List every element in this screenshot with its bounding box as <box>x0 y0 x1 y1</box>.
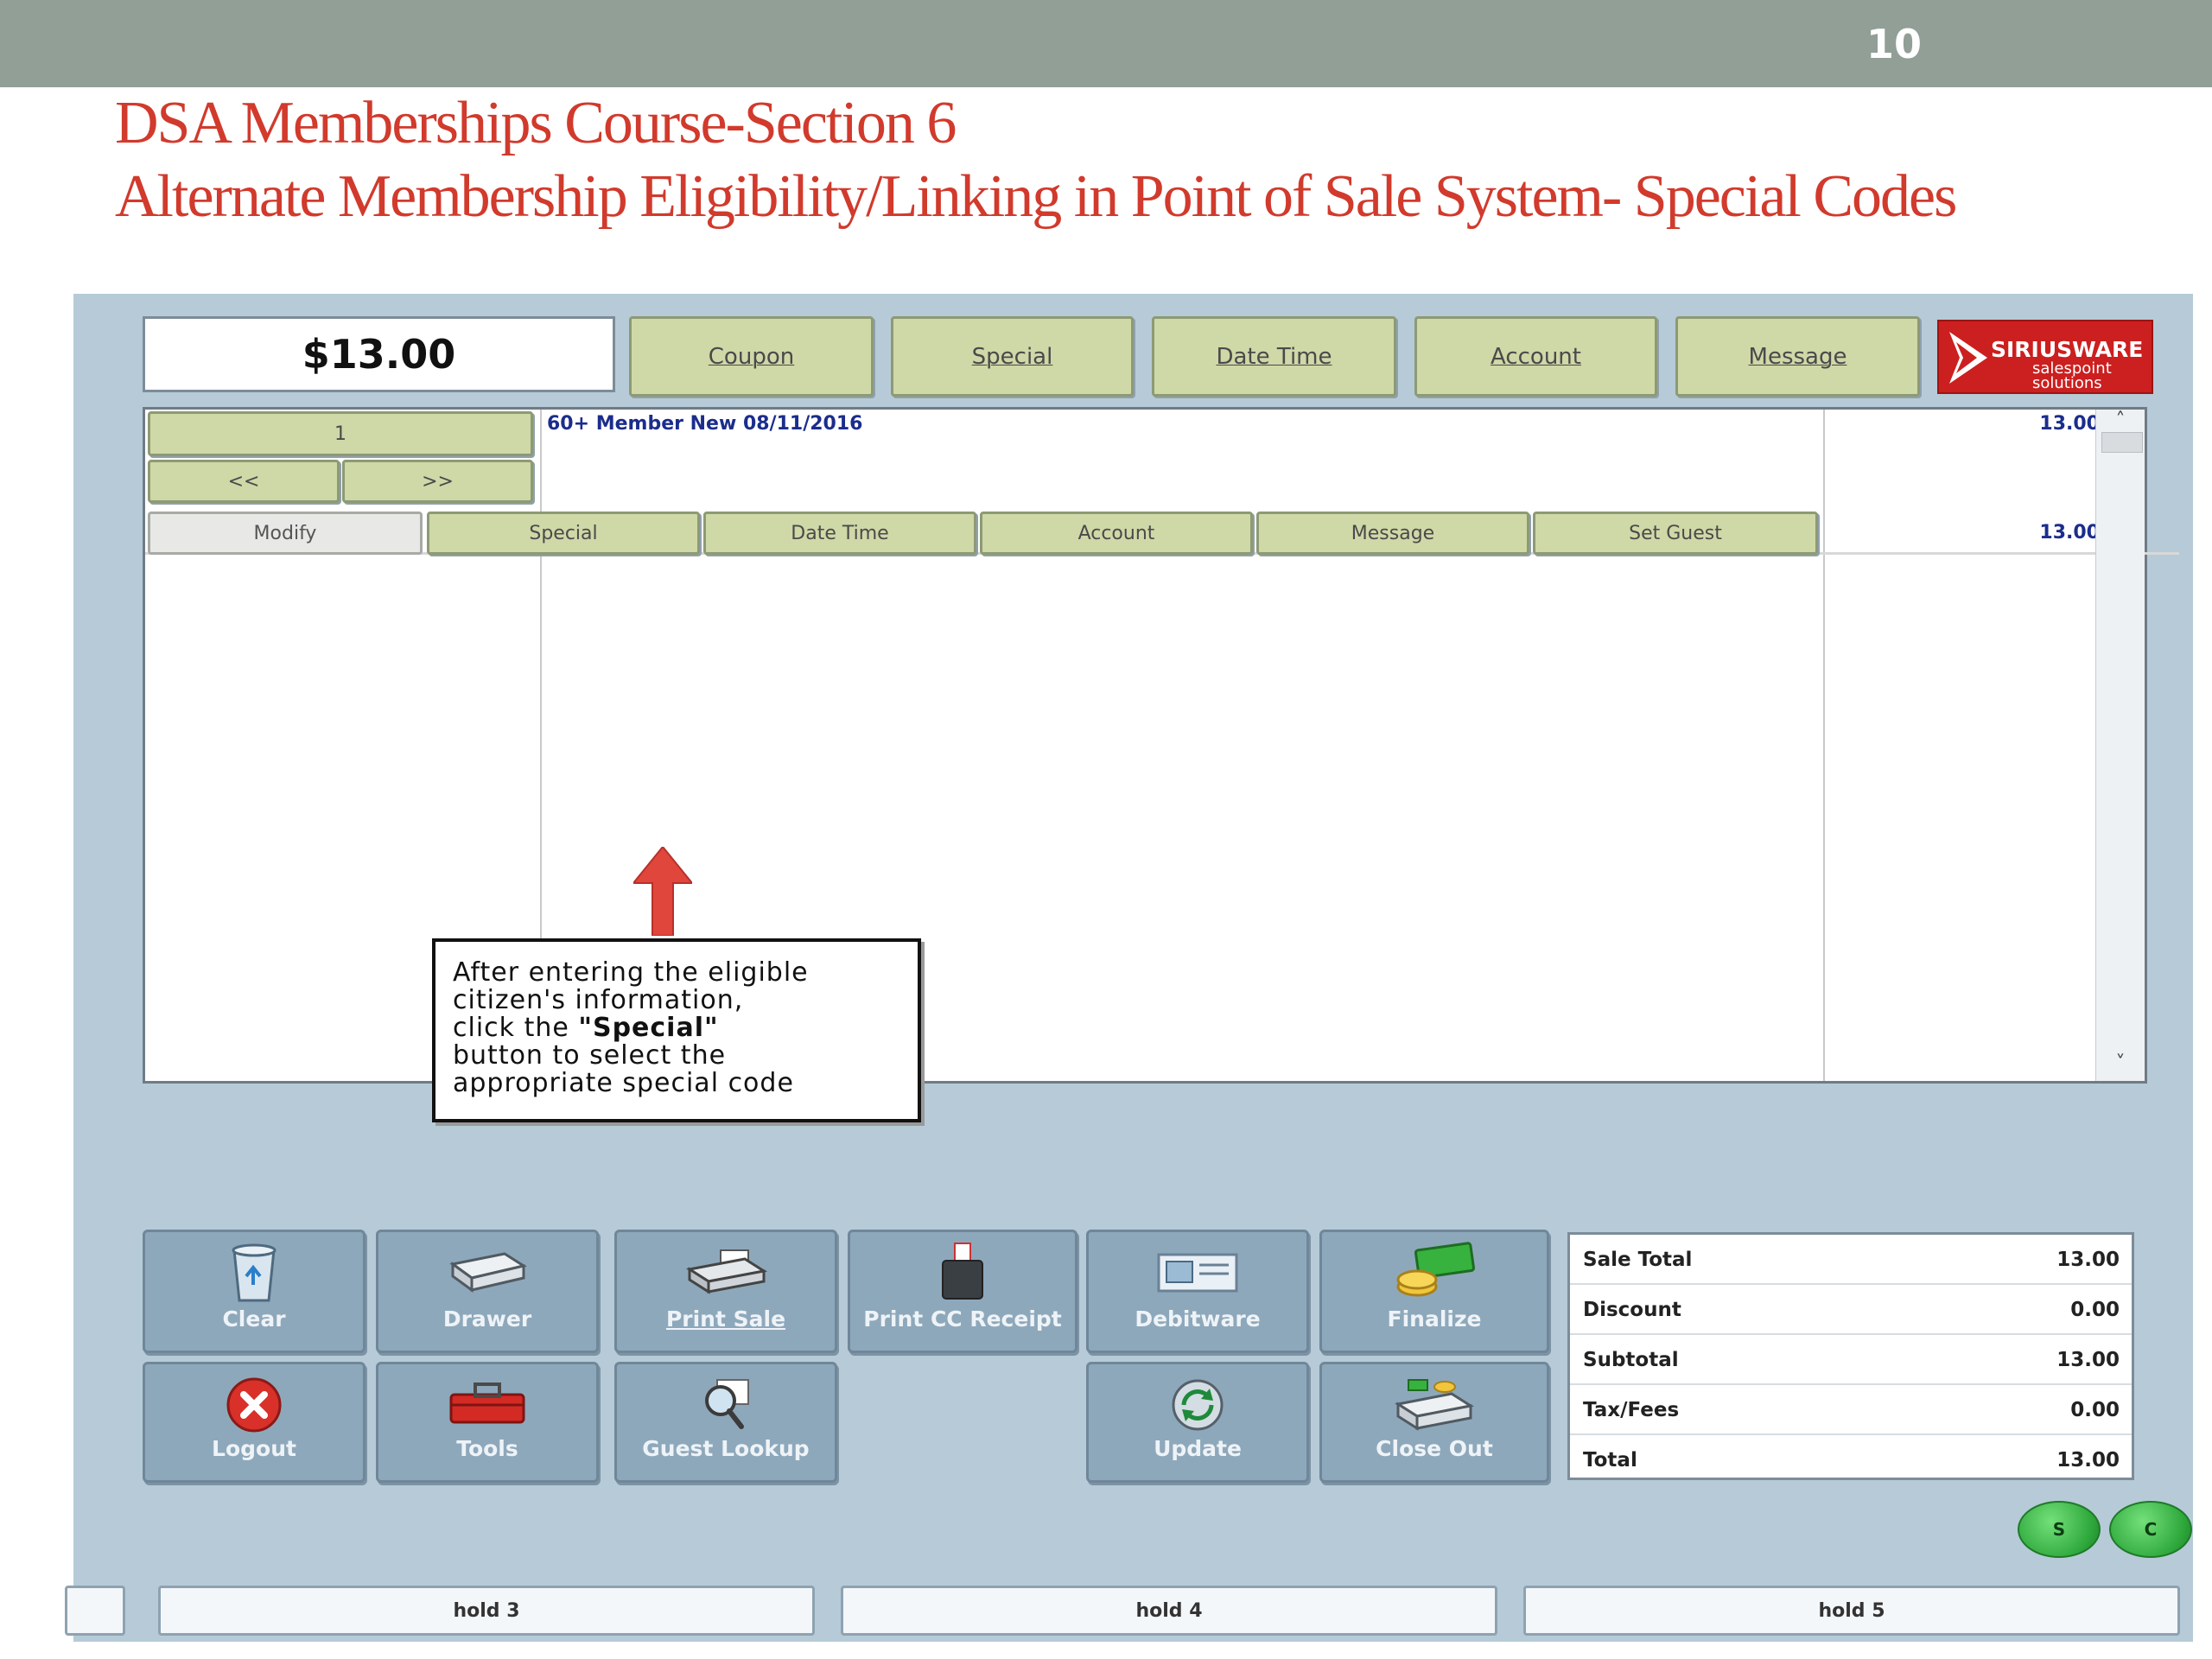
modify-button[interactable]: Modify <box>148 512 423 555</box>
clear-button[interactable]: Clear <box>143 1230 365 1353</box>
slide-title-line-1: DSA Memberships Course-Section 6 <box>115 90 957 156</box>
special-item-button[interactable]: Special <box>427 512 700 555</box>
cash-drawer-icon <box>378 1239 596 1306</box>
line-item-total: 13.00 <box>2039 522 2100 543</box>
line-item-description[interactable]: 60+ Member New 08/11/2016 <box>547 413 862 435</box>
slide-header-bar: 10 <box>0 0 2212 87</box>
scroll-thumb[interactable] <box>2101 432 2143 453</box>
guest-lookup-button[interactable]: Guest Lookup <box>614 1362 837 1483</box>
recycle-bin-icon <box>145 1239 363 1306</box>
printer-icon <box>617 1239 835 1306</box>
update-label: Update <box>1154 1436 1242 1461</box>
debitware-button[interactable]: Debitware <box>1086 1230 1309 1353</box>
totals-row: Tax/Fees 0.00 <box>1570 1385 2132 1435</box>
logout-label: Logout <box>212 1436 296 1461</box>
logout-button[interactable]: Logout <box>143 1362 365 1483</box>
page-number: 10 <box>1866 21 1923 67</box>
instruction-callout: After entering the eligible citizen's in… <box>432 938 921 1122</box>
debitware-label: Debitware <box>1135 1306 1261 1332</box>
clear-label: Clear <box>222 1306 286 1332</box>
message-item-button[interactable]: Message <box>1256 512 1529 555</box>
toolbox-icon <box>378 1371 596 1439</box>
siriusware-logo: SIRIUSWARE salespoint solutions <box>1937 320 2153 394</box>
account-top-button[interactable]: Account <box>1414 316 1657 397</box>
totals-row: Discount 0.00 <box>1570 1285 2132 1335</box>
line-item-price: 13.00 <box>2039 413 2100 435</box>
logo-brand-text: SIRIUSWARE <box>1991 337 2144 362</box>
finalize-button[interactable]: Finalize <box>1319 1230 1549 1353</box>
guest-lookup-label: Guest Lookup <box>642 1436 810 1461</box>
close-out-label: Close Out <box>1376 1436 1493 1461</box>
totals-row: Sale Total 13.00 <box>1570 1235 2132 1285</box>
magnifier-icon <box>617 1371 835 1439</box>
totals-panel: Sale Total 13.00 Discount 0.00 Subtotal 13.… <box>1567 1232 2134 1480</box>
tools-label: Tools <box>456 1436 518 1461</box>
money-icon <box>1322 1239 1547 1306</box>
red-arrow-icon <box>633 847 692 936</box>
id-card-icon <box>1089 1239 1306 1306</box>
print-cc-receipt-button[interactable]: Print CC Receipt <box>848 1230 1077 1353</box>
logo-tagline: salespoint solutions <box>2032 359 2112 392</box>
coupon-button[interactable]: Coupon <box>629 316 874 397</box>
date-time-item-button[interactable]: Date Time <box>703 512 976 555</box>
drawer-button[interactable]: Drawer <box>376 1230 599 1353</box>
receipt-printer-icon <box>850 1239 1075 1306</box>
special-top-button[interactable]: Special <box>891 316 1134 397</box>
totals-row: Subtotal 13.00 <box>1570 1335 2132 1385</box>
date-time-top-button[interactable]: Date Time <box>1152 316 1396 397</box>
slide-title-line-2: Alternate Membership Eligibility/Linking… <box>115 163 1957 230</box>
hold-3-button[interactable]: hold 3 <box>158 1586 815 1636</box>
message-top-button[interactable]: Message <box>1675 316 1920 397</box>
drawer-label: Drawer <box>442 1306 532 1332</box>
c-button[interactable]: C <box>2109 1501 2192 1558</box>
star-logo-icon <box>1949 332 1987 384</box>
pos-window: $13.00 Coupon Special Date Time Account … <box>65 294 2193 1642</box>
print-sale-label: Print Sale <box>665 1306 786 1332</box>
hold-5-button[interactable]: hold 5 <box>1523 1586 2180 1636</box>
sale-total-display: $13.00 <box>143 316 615 392</box>
s-button[interactable]: S <box>2018 1501 2101 1558</box>
hold-4-button[interactable]: hold 4 <box>841 1586 1497 1636</box>
close-out-drawer-icon <box>1322 1371 1547 1439</box>
scroll-up-icon[interactable]: ˄ <box>2096 410 2145 431</box>
quantity-button[interactable]: 1 <box>148 411 533 456</box>
tools-button[interactable]: Tools <box>376 1362 599 1483</box>
totals-row: Total 13.00 <box>1583 1449 2120 1471</box>
set-guest-button[interactable]: Set Guest <box>1533 512 1818 555</box>
print-sale-button[interactable]: Print Sale <box>614 1230 837 1353</box>
scroll-down-icon[interactable]: ˅ <box>2096 1052 2145 1074</box>
finalize-label: Finalize <box>1387 1306 1482 1332</box>
list-divider <box>1823 410 1825 1081</box>
next-page-button[interactable]: >> <box>342 460 533 503</box>
account-item-button[interactable]: Account <box>980 512 1253 555</box>
refresh-icon <box>1089 1371 1306 1439</box>
hold-button-partial[interactable] <box>65 1586 125 1636</box>
previous-page-button[interactable]: << <box>148 460 340 503</box>
list-scrollbar[interactable]: ˄ ˅ <box>2095 410 2145 1081</box>
logout-x-icon <box>145 1371 363 1439</box>
close-out-button[interactable]: Close Out <box>1319 1362 1549 1483</box>
update-button[interactable]: Update <box>1086 1362 1309 1483</box>
print-cc-receipt-label: Print CC Receipt <box>863 1306 1062 1332</box>
